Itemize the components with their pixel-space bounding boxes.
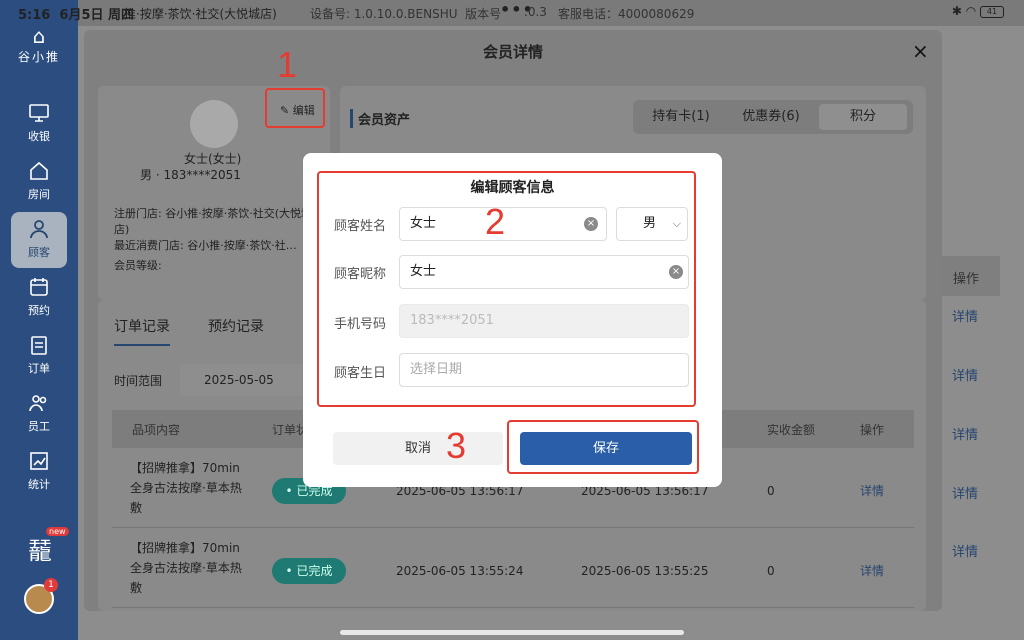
bg-detail-link[interactable]: 详情 [952, 424, 978, 443]
clock: 5:16 6月5日 周四 [18, 8, 135, 23]
bg-detail-link[interactable]: 详情 [952, 541, 978, 560]
device-info: 设备号: 1.0.10.0.BENSHU 版本号 [310, 7, 502, 21]
tab-reservation-records[interactable]: 预约记录 [208, 316, 264, 336]
tab-order-records[interactable]: 订单记录 [114, 316, 170, 346]
system-icons: ✱ ◠ 41 [952, 4, 1004, 18]
annotation-step-3: 3 [446, 425, 467, 466]
item-content: 【招牌推拿】70min全身古法按摩·草本热敷 [130, 541, 242, 595]
range-label: 时间范围 [114, 374, 163, 388]
bg-detail-link[interactable]: 详情 [952, 306, 978, 325]
sidebar-item-reservations[interactable]: 预约 [11, 270, 67, 326]
last-store: 最近消费门店: 谷小推·按摩·茶饮·社… [114, 239, 297, 252]
hotline: 客服电话：4000080629 [558, 7, 695, 21]
tab-points[interactable]: 积分 [819, 104, 907, 130]
annotation-box-1 [265, 88, 325, 128]
sidebar-item-rooms[interactable]: 房间 [11, 154, 67, 210]
store-name: 推·按摩·茶饮·社交(大悦城店) [124, 7, 277, 21]
annotation-box-3 [507, 420, 699, 474]
table-row: 【招牌推拿】70min全身古法按摩·草本热敷 • 已完成 2025-06-05 … [112, 528, 914, 608]
panel-title: 会员详情 [482, 43, 543, 61]
member-level: 会员等级: [114, 259, 162, 272]
sidebar-item-customers[interactable]: 顾客 [11, 212, 67, 268]
new-badge: new [46, 527, 69, 536]
detail-link[interactable]: 详情 [860, 562, 884, 579]
tab-coupons[interactable]: 优惠券(6) [727, 104, 815, 130]
logo-icon: ⌂ [32, 24, 46, 48]
sidebar-item-statistics[interactable]: 统计 [11, 444, 67, 500]
home-icon [30, 161, 48, 180]
annotation-step-2: 2 [485, 201, 506, 242]
user-icon [30, 220, 48, 239]
brand-app-icon[interactable]: 䶬 [24, 535, 56, 567]
profile-avatar [190, 100, 238, 148]
sidebar-item-orders[interactable]: 订单 [11, 328, 67, 384]
register-store: 注册门店: 谷小推·按摩·茶饮·社交(大悦城店) [114, 207, 312, 236]
status-bar: 5:16 6月5日 周四 推·按摩·茶饮·社交(大悦城店) 设备号: 1.0.1… [0, 0, 1024, 26]
monitor-icon [29, 104, 49, 122]
cancel-button[interactable]: 取消 [333, 432, 503, 465]
date-range-start[interactable]: 2025-05-05 [180, 364, 320, 396]
amount: 0 [767, 484, 775, 498]
assets-segmented-control: 持有卡(1) 优惠券(6) 积分 [633, 100, 913, 134]
amount: 0 [767, 564, 775, 578]
app-logo: ⌂ 谷小推 [0, 26, 78, 65]
pay-time: 2025-06-05 13:55:25 [581, 564, 709, 578]
bg-detail-link[interactable]: 详情 [952, 483, 978, 502]
profile-gender-phone: 男 · 183****2051 [140, 168, 241, 182]
assets-title: 会员资产 [350, 109, 410, 128]
edit-customer-dialog: 编辑顾客信息 顾客姓名 女士 × 男 ⌵ 顾客昵称 女士 × 手机号码 183**… [303, 153, 722, 487]
clipboard-icon [31, 336, 47, 355]
panel-header: 会员详情 × [84, 30, 942, 72]
people-icon [29, 395, 47, 412]
detail-link[interactable]: 详情 [860, 482, 884, 499]
profile-name: 女士(女士) [184, 152, 242, 166]
tab-cards[interactable]: 持有卡(1) [637, 104, 725, 130]
sidebar-item-staff[interactable]: 员工 [11, 386, 67, 442]
home-indicator[interactable] [340, 630, 684, 635]
sidebar: ⌂ 谷小推 收银 房间 顾客 预约 订单 员工 统计 䶬 new 1 [0, 0, 78, 640]
bg-detail-link[interactable]: 详情 [952, 365, 978, 384]
notification-badge: 1 [44, 578, 58, 592]
calendar-icon [30, 278, 48, 296]
order-time: 2025-06-05 13:55:24 [396, 564, 524, 578]
annotation-box-2 [317, 171, 696, 407]
sidebar-item-cashier[interactable]: 收银 [11, 96, 67, 152]
annotation-step-1: 1 [277, 44, 298, 85]
status-badge: • 已完成 [272, 558, 346, 584]
chart-icon [30, 452, 48, 470]
close-icon[interactable]: × [912, 39, 929, 63]
bg-ops-header: 操作 [940, 256, 1000, 296]
item-content: 【招牌推拿】70min全身古法按摩·草本热敷 [130, 461, 242, 515]
battery-icon: 41 [980, 5, 1004, 18]
